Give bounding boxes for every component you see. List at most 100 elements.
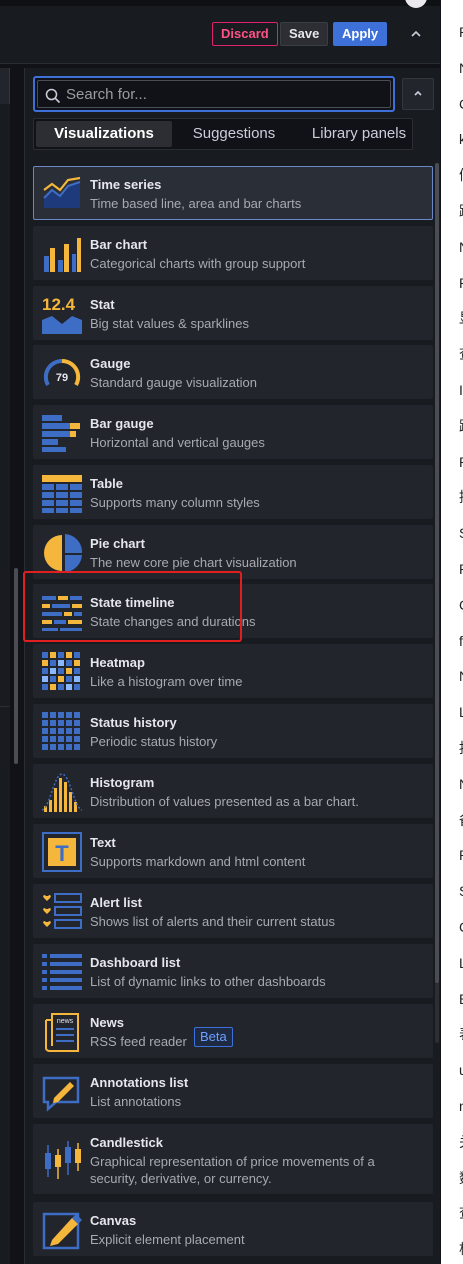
right-edge-char: 候 [459, 167, 463, 183]
right-edge-char: P [459, 561, 463, 577]
right-edge-char: f [459, 632, 463, 649]
viz-item-status-history[interactable]: Status history Periodic status history [33, 704, 433, 758]
gauge-icon: 79 [43, 358, 81, 386]
search-icon [45, 88, 61, 104]
right-edge-char: 关 [459, 1134, 463, 1150]
pie-chart-icon [44, 534, 82, 572]
visualization-picker-panel: Visualizations Suggestions Library panel… [24, 68, 440, 1264]
viz-item-candlestick[interactable]: Candlestick Graphical representation of … [33, 1124, 433, 1194]
tab-suggestions[interactable]: Suggestions [174, 121, 294, 147]
viz-item-news[interactable]: news News RSS feed reader Beta [33, 1004, 433, 1058]
viz-name: Dashboard list [90, 955, 181, 970]
list-scrollbar-thumb[interactable] [435, 163, 439, 983]
viz-item-table[interactable]: Table Supports many column styles [33, 465, 433, 519]
beta-badge: Beta [194, 1027, 233, 1047]
heatmap-icon [42, 652, 80, 690]
search-input[interactable] [37, 80, 391, 108]
state-timeline-icon [42, 596, 82, 631]
table-icon [42, 475, 82, 513]
viz-name: Time series [90, 177, 162, 192]
right-edge-char: 备 [459, 812, 463, 828]
apply-button[interactable]: Apply [333, 22, 388, 46]
right-edge-char: P [459, 454, 463, 470]
annotations-list-icon [42, 1076, 80, 1112]
right-edge-char: N [459, 239, 463, 255]
right-edge-char: P [459, 275, 463, 291]
time-series-icon [43, 176, 81, 208]
viz-name: Annotations list [90, 1075, 189, 1090]
chevron-up-icon [414, 90, 422, 96]
viz-description: Distribution of values presented as a ba… [90, 794, 359, 809]
viz-item-canvas[interactable]: Canvas Explicit element placement [33, 1202, 433, 1256]
right-edge-char: 查 [459, 1205, 463, 1221]
tab-visualizations[interactable]: Visualizations [36, 121, 172, 147]
viz-description: RSS feed reader [90, 1034, 187, 1049]
viz-item-bar-chart[interactable]: Bar chart Categorical charts with group … [33, 226, 433, 280]
news-icon: news [45, 1013, 79, 1052]
viz-description: Horizontal and vertical gauges [90, 435, 265, 450]
viz-description: Graphical representation of price moveme… [90, 1154, 375, 1186]
right-edge-char: N [459, 776, 463, 792]
viz-name: Table [90, 476, 123, 491]
right-edge-char: k [459, 131, 463, 148]
viz-name: Gauge [90, 356, 131, 371]
left-divider [0, 706, 10, 707]
viz-description: Like a histogram over time [90, 674, 243, 689]
close-picker-button[interactable] [402, 78, 434, 110]
news-icon-label: news [57, 1018, 74, 1025]
viz-name: Heatmap [90, 655, 145, 670]
picker-tabs: Visualizations Suggestions Library panel… [33, 118, 413, 150]
viz-name: Text [90, 835, 116, 850]
chevron-up-icon [411, 30, 421, 37]
viz-name: Alert list [90, 895, 143, 910]
discard-button[interactable]: Discard [212, 22, 278, 46]
viz-description: Shows list of alerts and their current s… [90, 914, 335, 929]
viz-item-text[interactable]: T Text Supports markdown and html conten… [33, 824, 433, 878]
viz-item-heatmap[interactable]: Heatmap Like a histogram over time [33, 644, 433, 698]
viz-description: Categorical charts with group support [90, 256, 306, 271]
viz-item-annotations-list[interactable]: Annotations list List annotations [33, 1064, 433, 1118]
viz-item-dashboard-list[interactable]: Dashboard list List of dynamic links to … [33, 944, 433, 998]
bar-gauge-icon [42, 415, 80, 452]
viz-item-histogram[interactable]: Histogram Distribution of values present… [33, 764, 433, 818]
candlestick-icon [45, 1141, 81, 1179]
viz-item-alert-list[interactable]: Alert list Shows list of alerts and thei… [33, 884, 433, 938]
right-edge-char: I [459, 382, 463, 398]
search-field-wrapper [33, 76, 395, 112]
viz-name: News [90, 1015, 124, 1030]
right-edge-char: n [459, 1098, 463, 1114]
viz-item-gauge[interactable]: 79 Gauge Standard gauge visualization [33, 345, 433, 399]
top-strip [0, 0, 440, 6]
viz-description: Big stat values & sparklines [90, 316, 249, 331]
stat-icon: 12.4 [42, 295, 82, 334]
collapse-options-button[interactable] [404, 22, 428, 46]
save-button[interactable]: Save [280, 22, 329, 46]
viz-name: Bar gauge [90, 416, 154, 431]
text-icon: T [42, 832, 82, 872]
right-edge-char: S [459, 525, 463, 541]
viz-item-stat[interactable]: 12.4 Stat Big stat values & sparklines [33, 286, 433, 340]
viz-description: Supports many column styles [90, 495, 260, 510]
viz-item-bar-gauge[interactable]: Bar gauge Horizontal and vertical gauges [33, 405, 433, 459]
viz-description: The new core pie chart visualization [90, 555, 297, 570]
right-edge-char: u [459, 1062, 463, 1079]
viz-item-state-timeline[interactable]: State timeline State changes and duratio… [33, 584, 433, 638]
viz-item-pie-chart[interactable]: Pie chart The new core pie chart visuali… [33, 525, 433, 579]
right-edge-char: 按 [459, 740, 463, 756]
status-history-icon [42, 712, 80, 750]
right-edge-char: N [459, 60, 463, 76]
right-edge-char: 跟 [459, 203, 463, 219]
left-scrollbar[interactable] [14, 568, 18, 764]
viz-name: Status history [90, 715, 177, 730]
tab-library-panels[interactable]: Library panels [304, 121, 414, 147]
histogram-icon [42, 773, 82, 812]
right-edge-char: P [459, 847, 463, 863]
viz-description: Standard gauge visualization [90, 375, 257, 390]
viz-description: State changes and durations [90, 614, 256, 629]
viz-description: Explicit element placement [90, 1232, 245, 1247]
user-avatar[interactable] [405, 0, 427, 8]
right-edge-char: L [459, 704, 463, 721]
right-edge-char: 根 [459, 1241, 463, 1257]
right-edge-char: N [459, 668, 463, 684]
viz-item-time-series[interactable]: Time series Time based line, area and ba… [33, 166, 433, 220]
